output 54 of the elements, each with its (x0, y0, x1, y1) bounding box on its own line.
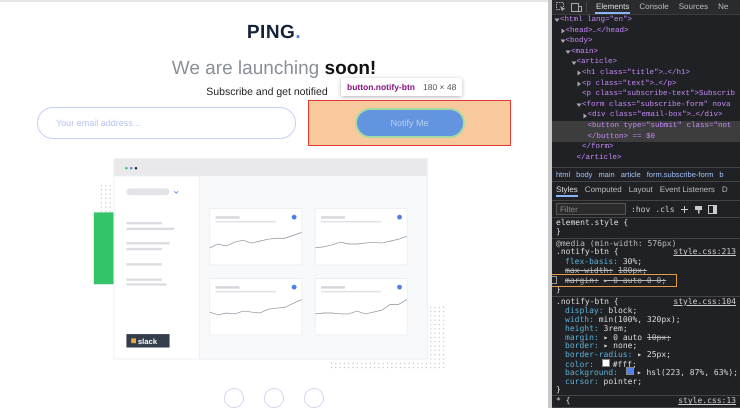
css-declaration[interactable]: flex-basis: 30%; (556, 257, 736, 266)
logo: PING. (246, 22, 302, 44)
collapsed-triangle-icon[interactable] (576, 70, 582, 76)
devtools-tab[interactable]: Ne (717, 0, 730, 14)
devtools-tab[interactable]: Elements (595, 0, 630, 14)
paint-icon[interactable] (694, 204, 703, 214)
css-declaration[interactable]: border-radius: ▸ 25px; (556, 350, 736, 360)
plus-icon[interactable] (680, 204, 689, 214)
css-selector: .notify-btn { (556, 248, 619, 258)
pane-tab[interactable]: Styles (556, 185, 578, 197)
subtitle: Subscribe and get notified (206, 86, 328, 98)
css-declaration[interactable]: background: ▸ hsl(223, 87%, 63%); (556, 368, 736, 377)
source-link[interactable]: style.css:13 (678, 397, 736, 406)
slack-badge: slack (126, 334, 170, 348)
expanded-triangle-icon[interactable] (576, 102, 582, 108)
collapsed-triangle-icon[interactable] (560, 28, 566, 34)
css-declaration[interactable]: width: min(100%, 320px); (556, 315, 736, 324)
css-declaration[interactable]: margin: ▸ 0 auto 0 0; (552, 274, 676, 286)
css-declaration[interactable]: display: block; (556, 306, 736, 316)
inspect-icon[interactable] (556, 2, 566, 12)
devtools-tab[interactable]: Console (638, 0, 670, 14)
css-declaration[interactable]: max-width: 180px; (556, 266, 736, 275)
pane-tab[interactable]: Computed (584, 185, 622, 197)
pane-tab[interactable]: D (722, 185, 728, 197)
css-declaration[interactable]: cursor: pointer; (556, 376, 736, 386)
css-selector: * { (556, 397, 570, 406)
pane-tab[interactable]: Event Listeners (660, 185, 715, 197)
filter-field[interactable]: Filter (556, 203, 626, 215)
css-declaration[interactable]: border: ▸ none; (556, 342, 736, 350)
css-declaration[interactable]: margin: ▸ 0 auto 10px; (556, 332, 736, 342)
filter-toggle[interactable]: :hov (631, 204, 650, 214)
css-selector: .notify-btn { (556, 298, 619, 306)
closing-brace: } (556, 228, 561, 237)
css-selector: element.style { (556, 219, 628, 228)
expanded-triangle-icon[interactable] (565, 49, 571, 56)
css-declaration[interactable]: color: #fff; (556, 359, 736, 368)
expanded-triangle-icon[interactable] (560, 38, 566, 44)
collapsed-triangle-icon[interactable] (582, 112, 588, 119)
sidebar-icon[interactable] (708, 204, 717, 214)
source-link[interactable]: style.css:213 (673, 248, 736, 258)
email-field[interactable]: Your email address... (37, 107, 296, 139)
heading: We are launching soon! (172, 58, 376, 80)
filter-toggle[interactable]: .cls (655, 204, 675, 214)
pane-tab[interactable]: Layout (628, 185, 653, 197)
expanded-triangle-icon[interactable] (570, 60, 576, 66)
inspect-tooltip: button.notify-btn 180 × 48 (341, 78, 462, 96)
css-declaration[interactable]: height: 3rem; (556, 324, 736, 333)
device-icon[interactable] (571, 2, 582, 12)
expanded-triangle-icon[interactable] (554, 17, 560, 24)
collapsed-triangle-icon[interactable] (576, 80, 582, 87)
closing-brace: } (556, 386, 561, 394)
media-query: @media (min-width: 576px) (556, 240, 676, 248)
source-link[interactable]: style.css:104 (673, 298, 736, 306)
devtools-tab[interactable]: Sources (678, 0, 710, 14)
